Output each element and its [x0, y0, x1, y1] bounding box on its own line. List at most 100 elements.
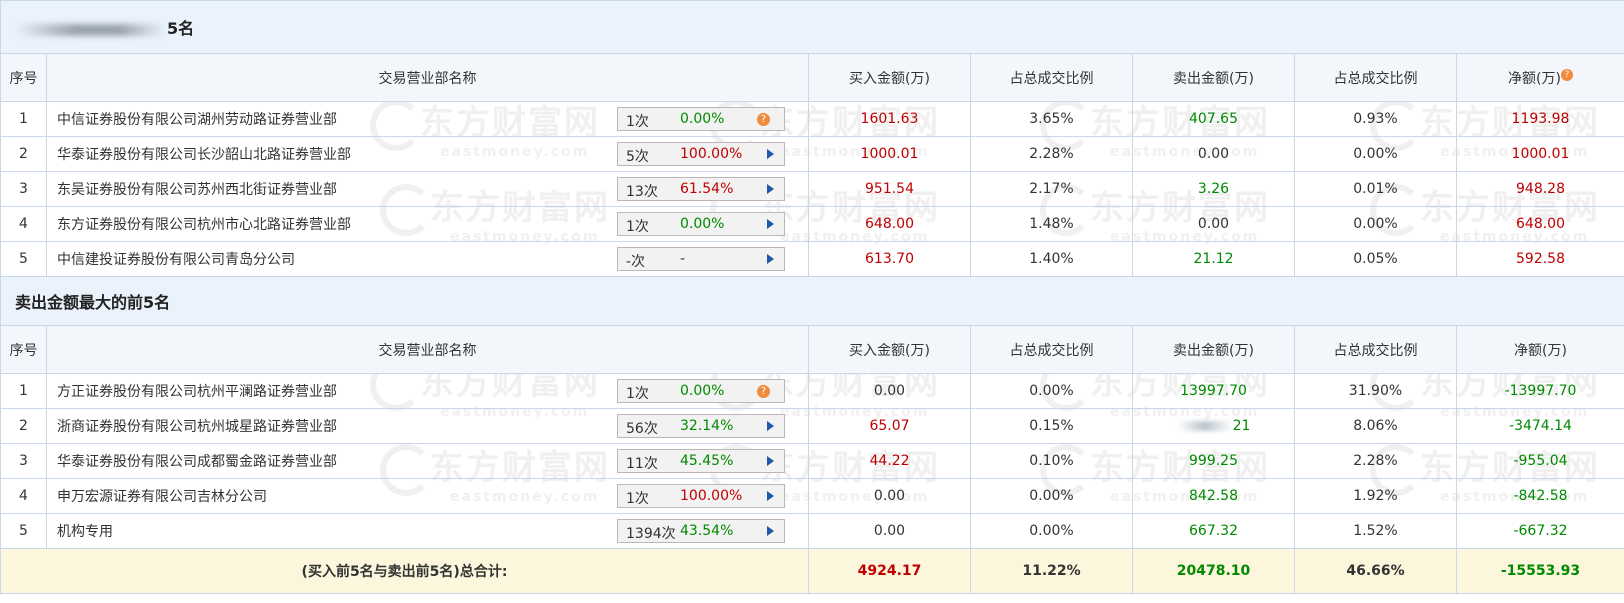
- header-net: 净额(万): [1456, 325, 1624, 374]
- win-rate: 45.45%: [680, 453, 734, 469]
- net-amount: 648.00: [1456, 206, 1624, 242]
- seat-name-cell: 申万宏源证券有限公司吉林分公司 1次 100.00%: [46, 478, 809, 514]
- sell-ratio: 0.00%: [1294, 206, 1457, 242]
- seat-history-toggle[interactable]: 13次 61.54%: [617, 177, 785, 201]
- win-rate: 0.00%: [680, 111, 725, 127]
- buy-amount: 44.22: [808, 443, 971, 479]
- appearance-count: -次: [626, 254, 646, 270]
- row-index: 1: [0, 373, 47, 409]
- seat-history-toggle[interactable]: 11次 45.45%: [617, 449, 785, 473]
- sell-ratio: 31.90%: [1294, 373, 1457, 409]
- seat-name: 中信建投证券股份有限公司青岛分公司: [57, 252, 295, 268]
- appearance-count: 1394次: [626, 526, 676, 542]
- net-amount: -667.32: [1456, 513, 1624, 549]
- sell-ratio: 0.93%: [1294, 101, 1457, 137]
- seat-history-toggle[interactable]: 1次 0.00%?: [617, 379, 785, 403]
- row-index: 5: [0, 241, 47, 277]
- seat-name-cell: 机构专用 1394次 43.54%: [46, 513, 809, 549]
- seat-name: 方正证券股份有限公司杭州平澜路证券营业部: [57, 384, 337, 400]
- trading-seats-table: 5名 序号 交易营业部名称 买入金额(万) 占总成交比例 卖出金额(万) 占总成…: [0, 0, 1624, 594]
- header-index: 序号: [0, 53, 47, 102]
- expand-arrow-icon[interactable]: [767, 254, 774, 264]
- seat-name-cell: 方正证券股份有限公司杭州平澜路证券营业部 1次 0.00%?: [46, 373, 809, 409]
- win-rate: 100.00%: [680, 488, 743, 504]
- seat-history-toggle[interactable]: 56次 32.14%: [617, 414, 785, 438]
- row-index: 5: [0, 513, 47, 549]
- appearance-count: 1次: [626, 386, 649, 402]
- total-row: (买入前5名与卖出前5名)总合计: 4924.17 11.22% 20478.1…: [0, 548, 1624, 594]
- seat-history-toggle[interactable]: 1394次 43.54%: [617, 519, 785, 543]
- seat-name: 东吴证券股份有限公司苏州西北街证券营业部: [57, 182, 337, 198]
- sell-top5-title: 卖出金额最大的前5名: [0, 276, 1624, 326]
- buy-ratio: 0.00%: [970, 373, 1133, 409]
- expand-arrow-icon[interactable]: [767, 149, 774, 159]
- buy-table-row: 1 中信证券股份有限公司湖州劳动路证券营业部 1次 0.00%? 1601.63 3.65…: [0, 101, 1624, 137]
- help-icon[interactable]: ?: [757, 113, 770, 126]
- win-rate: 43.54%: [680, 523, 734, 539]
- sell-ratio: 8.06%: [1294, 408, 1457, 444]
- seat-name-cell: 浙商证券股份有限公司杭州城星路证券营业部 56次 32.14%: [46, 408, 809, 444]
- row-index: 3: [0, 443, 47, 479]
- net-amount: -842.58: [1456, 478, 1624, 514]
- expand-arrow-icon[interactable]: [767, 526, 774, 536]
- total-sell-ratio: 46.66%: [1294, 548, 1457, 594]
- win-rate: 61.54%: [680, 181, 734, 197]
- seat-name-cell: 东方证券股份有限公司杭州市心北路证券营业部 1次 0.00%: [46, 206, 809, 242]
- redacted-value-part: [1176, 421, 1233, 431]
- seat-name-cell: 中信建投证券股份有限公司青岛分公司 -次 -: [46, 241, 809, 277]
- sell-table-row: 1 方正证券股份有限公司杭州平澜路证券营业部 1次 0.00%? 0.00 0.00% 13…: [0, 373, 1624, 409]
- seat-name: 中信证券股份有限公司湖州劳动路证券营业部: [57, 112, 337, 128]
- win-rate: 0.00%: [680, 216, 725, 232]
- header-buy-amount: 买入金额(万): [808, 53, 971, 102]
- header-sell-ratio: 占总成交比例: [1294, 53, 1457, 102]
- sell-amount: 0.00: [1132, 136, 1295, 172]
- header-name: 交易营业部名称: [46, 53, 809, 102]
- buy-table-row: 5 中信建投证券股份有限公司青岛分公司 -次 - 613.70 1.40% 21.12 0.0…: [0, 241, 1624, 277]
- sell-ratio: 0.00%: [1294, 136, 1457, 172]
- seat-history-toggle[interactable]: 1次 100.00%: [617, 484, 785, 508]
- buy-ratio: 0.00%: [970, 513, 1133, 549]
- total-buy: 4924.17: [808, 548, 971, 594]
- seat-name: 机构专用: [57, 524, 113, 540]
- buy-amount: 951.54: [808, 171, 971, 207]
- net-help-icon[interactable]: ?: [1560, 68, 1573, 81]
- seat-history-toggle[interactable]: -次 -: [617, 247, 785, 271]
- lhb-detail-panel: 东方财富网 eastmoney.com 东方财富网 eastmoney.com 东方财富…: [0, 0, 1624, 603]
- sell-ratio: 0.05%: [1294, 241, 1457, 277]
- buy-ratio: 3.65%: [970, 101, 1133, 137]
- sell-table-row: 4 申万宏源证券有限公司吉林分公司 1次 100.00% 0.00 0.00% 842.58…: [0, 478, 1624, 514]
- sell-ratio: 1.92%: [1294, 478, 1457, 514]
- sell-amount: 21: [1132, 408, 1295, 444]
- buy-table-row: 2 华泰证券股份有限公司长沙韶山北路证券营业部 5次 100.00% 1000.01 2.…: [0, 136, 1624, 172]
- expand-arrow-icon[interactable]: [767, 456, 774, 466]
- row-index: 2: [0, 136, 47, 172]
- buy-table-row: 4 东方证券股份有限公司杭州市心北路证券营业部 1次 0.00% 648.00 1.48%…: [0, 206, 1624, 242]
- buy-amount: 613.70: [808, 241, 971, 277]
- appearance-count: 13次: [626, 184, 658, 200]
- expand-arrow-icon[interactable]: [767, 219, 774, 229]
- row-index: 1: [0, 101, 47, 137]
- net-amount: -955.04: [1456, 443, 1624, 479]
- buy-top5-title: 5名: [0, 0, 1624, 54]
- expand-arrow-icon[interactable]: [767, 421, 774, 431]
- help-icon[interactable]: ?: [757, 385, 770, 398]
- header-sell-amount: 卖出金额(万): [1132, 325, 1295, 374]
- seat-history-toggle[interactable]: 5次 100.00%: [617, 142, 785, 166]
- sell-table-row: 5 机构专用 1394次 43.54% 0.00 0.00% 667.32 1.52% -667…: [0, 513, 1624, 549]
- seat-name: 华泰证券股份有限公司长沙韶山北路证券营业部: [57, 147, 351, 163]
- buy-amount: 0.00: [808, 373, 971, 409]
- buy-amount: 1000.01: [808, 136, 971, 172]
- row-index: 4: [0, 206, 47, 242]
- buy-ratio: 2.28%: [970, 136, 1133, 172]
- seat-history-toggle[interactable]: 1次 0.00%?: [617, 107, 785, 131]
- sell-amount: 13997.70: [1132, 373, 1295, 409]
- expand-arrow-icon[interactable]: [767, 184, 774, 194]
- total-buy-ratio: 11.22%: [970, 548, 1133, 594]
- redacted-title-part: [15, 23, 165, 36]
- appearance-count: 1次: [626, 114, 649, 130]
- row-index: 2: [0, 408, 47, 444]
- expand-arrow-icon[interactable]: [767, 491, 774, 501]
- seat-history-toggle[interactable]: 1次 0.00%: [617, 212, 785, 236]
- seat-name: 申万宏源证券有限公司吉林分公司: [57, 489, 267, 505]
- sell-amount: 3.26: [1132, 171, 1295, 207]
